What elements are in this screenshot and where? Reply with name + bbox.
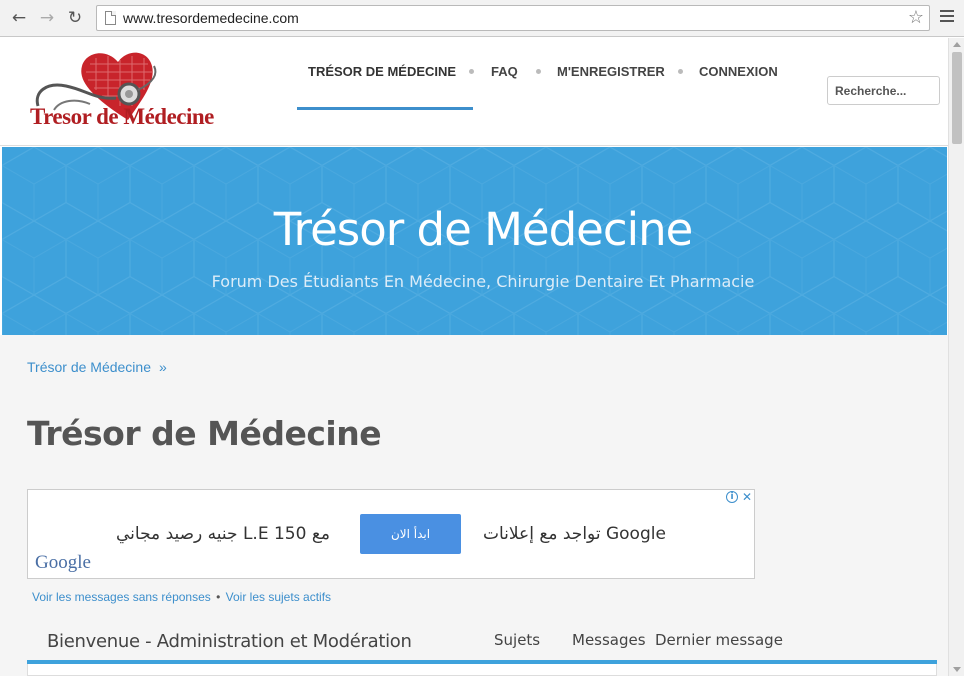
address-url[interactable]: www.tresordemedecine.com — [123, 10, 299, 26]
search-input[interactable] — [827, 76, 940, 105]
breadcrumb-home-link[interactable]: Trésor de Médecine — [27, 359, 151, 375]
site-logo[interactable]: Tresor de Médecine — [30, 46, 214, 129]
ad-close-icon[interactable]: ✕ — [742, 490, 752, 504]
link-separator: • — [216, 590, 221, 604]
browser-menu-icon[interactable] — [940, 10, 954, 24]
forum-row — [27, 664, 937, 676]
page-scrollbar[interactable] — [948, 38, 964, 676]
banner-title: Trésor de Médecine — [273, 203, 694, 256]
forum-quick-links: Voir les messages sans réponses • Voir l… — [32, 590, 331, 604]
column-topics: Sujets — [494, 631, 541, 649]
nav-tresor-de-medecine[interactable]: TRÉSOR DE MÉDECINE — [308, 64, 456, 79]
ad-start-button[interactable]: ابدأ الان — [360, 514, 461, 554]
page-title: Trésor de Médecine — [27, 414, 382, 453]
page-icon — [105, 11, 116, 25]
ad-banner[interactable]: تواجد مع إعلانات Google ابدأ الان مع 150… — [27, 489, 755, 579]
breadcrumb-separator-icon: » — [158, 359, 167, 375]
ad-choices-icon[interactable]: i — [726, 491, 738, 503]
forward-arrow-icon[interactable]: → — [37, 8, 57, 28]
banner-subtitle: Forum Des Étudiants En Médecine, Chirurg… — [211, 272, 755, 291]
column-last-message: Dernier message — [655, 631, 783, 649]
nav-login[interactable]: CONNEXION — [699, 64, 778, 79]
unanswered-messages-link[interactable]: Voir les messages sans réponses — [32, 590, 211, 604]
scrollbar-thumb[interactable] — [952, 52, 962, 144]
logo-text: Tresor de Médecine — [30, 104, 214, 129]
category-title-link[interactable]: Bienvenue - Administration et Modération — [47, 631, 412, 652]
bookmark-star-icon[interactable]: ☆ — [908, 7, 924, 28]
browser-toolbar: ← → ↻ www.tresordemedecine.com ☆ — [0, 0, 964, 37]
breadcrumb[interactable]: Trésor de Médecine » — [27, 359, 167, 375]
address-bar[interactable]: www.tresordemedecine.com ☆ — [96, 5, 930, 31]
scroll-up-icon[interactable] — [953, 42, 961, 47]
ad-headline[interactable]: تواجد مع إعلانات Google — [483, 524, 666, 544]
active-topics-link[interactable]: Voir les sujets actifs — [226, 590, 331, 604]
nav-separator-dot — [469, 69, 474, 74]
back-arrow-icon[interactable]: ← — [9, 8, 29, 28]
column-messages: Messages — [572, 631, 646, 649]
scroll-down-icon[interactable] — [953, 667, 961, 672]
forum-category-header: Bienvenue - Administration et Modération… — [27, 616, 937, 664]
nav-register[interactable]: M'ENREGISTRER — [557, 64, 665, 79]
page-viewport: Tresor de Médecine TRÉSOR DE MÉDECINE FA… — [0, 38, 948, 676]
ad-offer-text[interactable]: مع 150 L.E جنيه رصيد مجاني — [116, 524, 330, 544]
google-logo: Google — [35, 552, 91, 573]
nav-separator-dot — [536, 69, 541, 74]
site-header: Tresor de Médecine TRÉSOR DE MÉDECINE FA… — [0, 38, 948, 146]
nav-faq[interactable]: FAQ — [491, 64, 518, 79]
reload-icon[interactable]: ↻ — [65, 8, 85, 28]
nav-active-indicator — [297, 107, 473, 110]
nav-separator-dot — [678, 69, 683, 74]
site-banner: Trésor de Médecine Forum Des Étudiants E… — [2, 147, 947, 335]
